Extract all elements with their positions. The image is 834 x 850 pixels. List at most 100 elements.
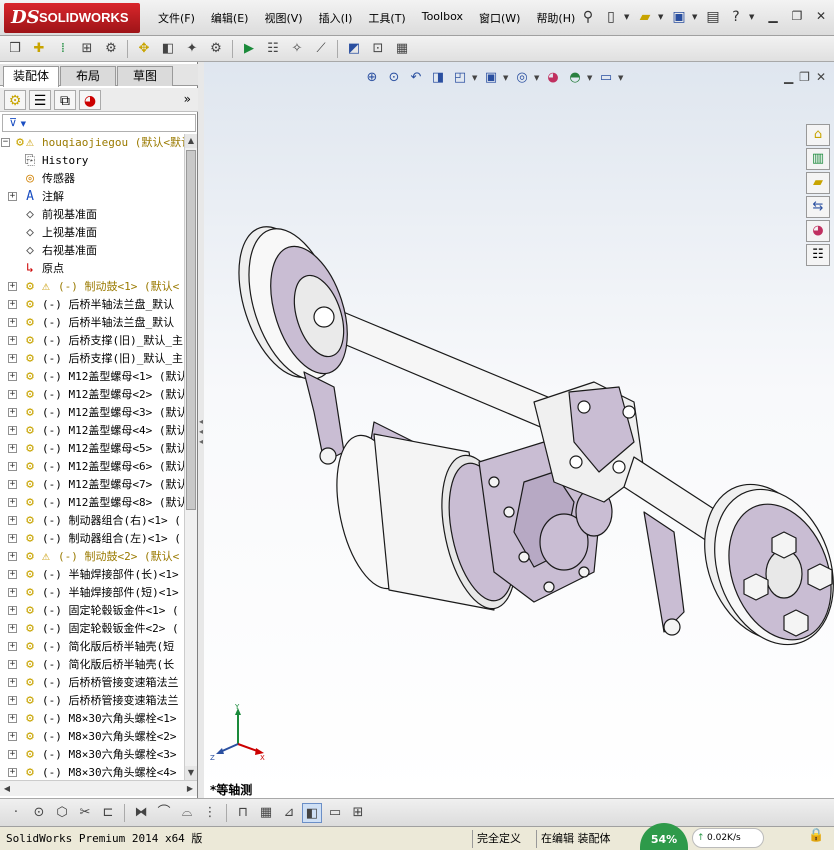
expand-toggle-icon[interactable]: +	[8, 444, 17, 453]
apply-scene-icon[interactable]: ◓	[565, 68, 585, 88]
tree-item-component[interactable]: + ⚙ (-) 固定轮毂钣金件<1> (	[0, 602, 184, 620]
tree-item-component[interactable]: + ⚙ (-) 后桥支撑(旧)_默认_主	[0, 350, 184, 368]
tree-item-component[interactable]: + ⚙ (-) 简化版后桥半轴壳(短	[0, 638, 184, 656]
convert-icon[interactable]: ⊏	[98, 803, 118, 823]
scroll-up-icon[interactable]: ▲	[185, 134, 197, 148]
tree-item-component[interactable]: + ⚙ (-) M8×30六角头螺栓<1>	[0, 710, 184, 728]
point-icon[interactable]: ·	[6, 803, 26, 823]
chevron-down-icon[interactable]: ▼	[618, 74, 625, 82]
expand-toggle-icon[interactable]: +	[8, 642, 17, 651]
move-component-icon[interactable]: ✥	[133, 38, 155, 60]
pin-icon[interactable]: ⚲	[578, 7, 598, 27]
expand-toggle-icon[interactable]: +	[8, 588, 17, 597]
display-manager-icon[interactable]: ◕	[79, 89, 101, 110]
assembly-features-icon[interactable]: ✦	[181, 38, 203, 60]
view-orientation-icon[interactable]: ◰	[450, 68, 470, 88]
design-library-icon[interactable]: ▥	[806, 148, 830, 170]
menu-toolbox[interactable]: Toolbox	[414, 10, 471, 26]
tree-item-component[interactable]: + ⚙ (-) M12盖型螺母<1> (默认	[0, 368, 184, 386]
configuration-manager-icon[interactable]: ⧉	[54, 89, 76, 110]
tree-item-component[interactable]: + ⚙ (-) M12盖型螺母<4> (默认	[0, 422, 184, 440]
menu-view[interactable]: 视图(V)	[256, 10, 310, 26]
scroll-left-icon[interactable]: ◀	[0, 782, 14, 796]
close-icon[interactable]: ✕	[812, 8, 830, 24]
tree-item-component[interactable]: + ⚙ (-) 半轴焊接部件(长)<1>	[0, 566, 184, 584]
expand-toggle-icon[interactable]: +	[8, 390, 17, 399]
tree-item[interactable]: ⎘ History	[0, 152, 184, 170]
tree-item-component[interactable]: + ⚙ (-) 固定轮毂钣金件<2> (	[0, 620, 184, 638]
bill-of-materials-icon[interactable]: ☷	[262, 38, 284, 60]
expand-toggle-icon[interactable]: +	[8, 714, 17, 723]
expand-toggle-icon[interactable]: +	[8, 372, 17, 381]
edit-component-icon[interactable]: ❒	[4, 38, 26, 60]
trim-icon[interactable]: ✂	[75, 803, 95, 823]
tree-root-assembly[interactable]: − ⚙ ⚠ houqiaojiegou (默认<默认	[0, 134, 184, 152]
clearance-icon[interactable]: ⊡	[367, 38, 389, 60]
chevron-right-icon[interactable]: »	[184, 92, 191, 106]
reference-geometry-icon[interactable]: ⚙	[205, 38, 227, 60]
sketch-fillet-icon[interactable]: ⌒	[154, 803, 174, 823]
tree-item[interactable]: ↳ 原点	[0, 260, 184, 278]
property-manager-icon[interactable]: ☰	[29, 89, 51, 110]
tab-layout[interactable]: 布局	[60, 66, 116, 86]
expand-toggle-icon[interactable]: +	[8, 534, 17, 543]
tree-item[interactable]: + A 注解	[0, 188, 184, 206]
menu-edit[interactable]: 编辑(E)	[203, 10, 257, 26]
four-view-icon[interactable]: ⊞	[348, 803, 368, 823]
expand-toggle-icon[interactable]: +	[8, 480, 17, 489]
tree-item-component[interactable]: + ⚙ (-) 后桥桥管接变速箱法兰	[0, 674, 184, 692]
menu-insert[interactable]: 插入(I)	[311, 10, 361, 26]
save-icon[interactable]: ▣	[669, 7, 689, 27]
help-icon[interactable]: ?	[726, 7, 746, 27]
edit-appearance-icon[interactable]: ◕	[543, 68, 563, 88]
close-icon[interactable]: ✕	[816, 70, 826, 84]
expand-toggle-icon[interactable]: +	[8, 696, 17, 705]
minimize-icon[interactable]: ▁	[764, 8, 782, 24]
tree-item-component[interactable]: + ⚙ (-) M8×30六角头螺栓<3>	[0, 746, 184, 764]
tree-item-component[interactable]: + ⚙ ⚠ (-) 制动鼓<1> (默认<	[0, 278, 184, 296]
circle-icon[interactable]: ⊙	[29, 803, 49, 823]
expand-toggle-icon[interactable]: +	[8, 408, 17, 417]
chevron-down-icon[interactable]: ▼	[503, 74, 510, 82]
expand-toggle-icon[interactable]: +	[8, 192, 17, 201]
single-view-icon[interactable]: ▭	[325, 803, 345, 823]
component-pattern-icon[interactable]: ⊞	[76, 38, 98, 60]
restore-icon[interactable]: ❐	[788, 8, 806, 24]
expand-toggle-icon[interactable]: +	[8, 282, 17, 291]
tree-item-component[interactable]: + ⚙ (-) 后桥桥管接变速箱法兰	[0, 692, 184, 710]
expand-toggle-icon[interactable]: +	[8, 660, 17, 669]
chevron-down-icon[interactable]: ▼	[472, 74, 479, 82]
zoom-to-fit-icon[interactable]: ⊕	[362, 68, 382, 88]
tree-item-component[interactable]: + ⚙ (-) M12盖型螺母<8> (默认	[0, 494, 184, 512]
hide-show-items-icon[interactable]: ◎	[512, 68, 532, 88]
new-doc-icon[interactable]: ▯	[601, 7, 621, 27]
tree-item-component[interactable]: + ⚙ (-) M12盖型螺母<6> (默认	[0, 458, 184, 476]
expand-toggle-icon[interactable]: +	[8, 498, 17, 507]
scroll-right-icon[interactable]: ▶	[183, 782, 197, 796]
show-hidden-icon[interactable]: ◧	[157, 38, 179, 60]
tree-item-component[interactable]: + ⚙ (-) 制动器组合(左)<1> (	[0, 530, 184, 548]
tree-item[interactable]: ◎ 传感器	[0, 170, 184, 188]
tree-item-component[interactable]: + ⚙ (-) 后桥支撑(旧)_默认_主	[0, 332, 184, 350]
explode-line-icon[interactable]: ⟋	[310, 38, 332, 60]
interference-check-icon[interactable]: ◩	[343, 38, 365, 60]
new-motion-study-icon[interactable]: ▶	[238, 38, 260, 60]
tree-item-plane[interactable]: ◇ 前视基准面	[0, 206, 184, 224]
tree-item-component[interactable]: + ⚙ ⚠ (-) 制动鼓<2> (默认<	[0, 548, 184, 566]
front-view-icon[interactable]: ◧	[302, 802, 322, 823]
chevron-down-icon[interactable]: ▼	[624, 13, 632, 21]
expand-toggle-icon[interactable]: +	[8, 606, 17, 615]
expand-toggle-icon[interactable]: +	[8, 552, 17, 561]
zoom-to-area-icon[interactable]: ⊙	[384, 68, 404, 88]
expand-toggle-icon[interactable]: +	[8, 732, 17, 741]
tree-scrollbar[interactable]: ▲ ▼	[184, 134, 197, 780]
menu-window[interactable]: 窗口(W)	[471, 10, 528, 26]
chevron-down-icon[interactable]: ▼	[749, 13, 757, 21]
tree-item-component[interactable]: + ⚙ (-) M8×30六角头螺栓<4>	[0, 764, 184, 780]
open-icon[interactable]: ▰	[635, 7, 655, 27]
mate-icon[interactable]: ⁞	[52, 38, 74, 60]
graphics-area[interactable]: ⊕ ⊙ ↶ ◨ ◰ ▼ ▣ ▼ ◎ ▼ ◕ ◓ ▼ ▭ ▼ ▁ ❐ ✕ ⌂ ▥ ▰ ⇆ ◕…	[204, 62, 834, 798]
menu-help[interactable]: 帮助(H)	[528, 10, 583, 26]
chevron-down-icon[interactable]: ▼	[692, 13, 700, 21]
tree-item-component[interactable]: + ⚙ (-) M12盖型螺母<5> (默认	[0, 440, 184, 458]
